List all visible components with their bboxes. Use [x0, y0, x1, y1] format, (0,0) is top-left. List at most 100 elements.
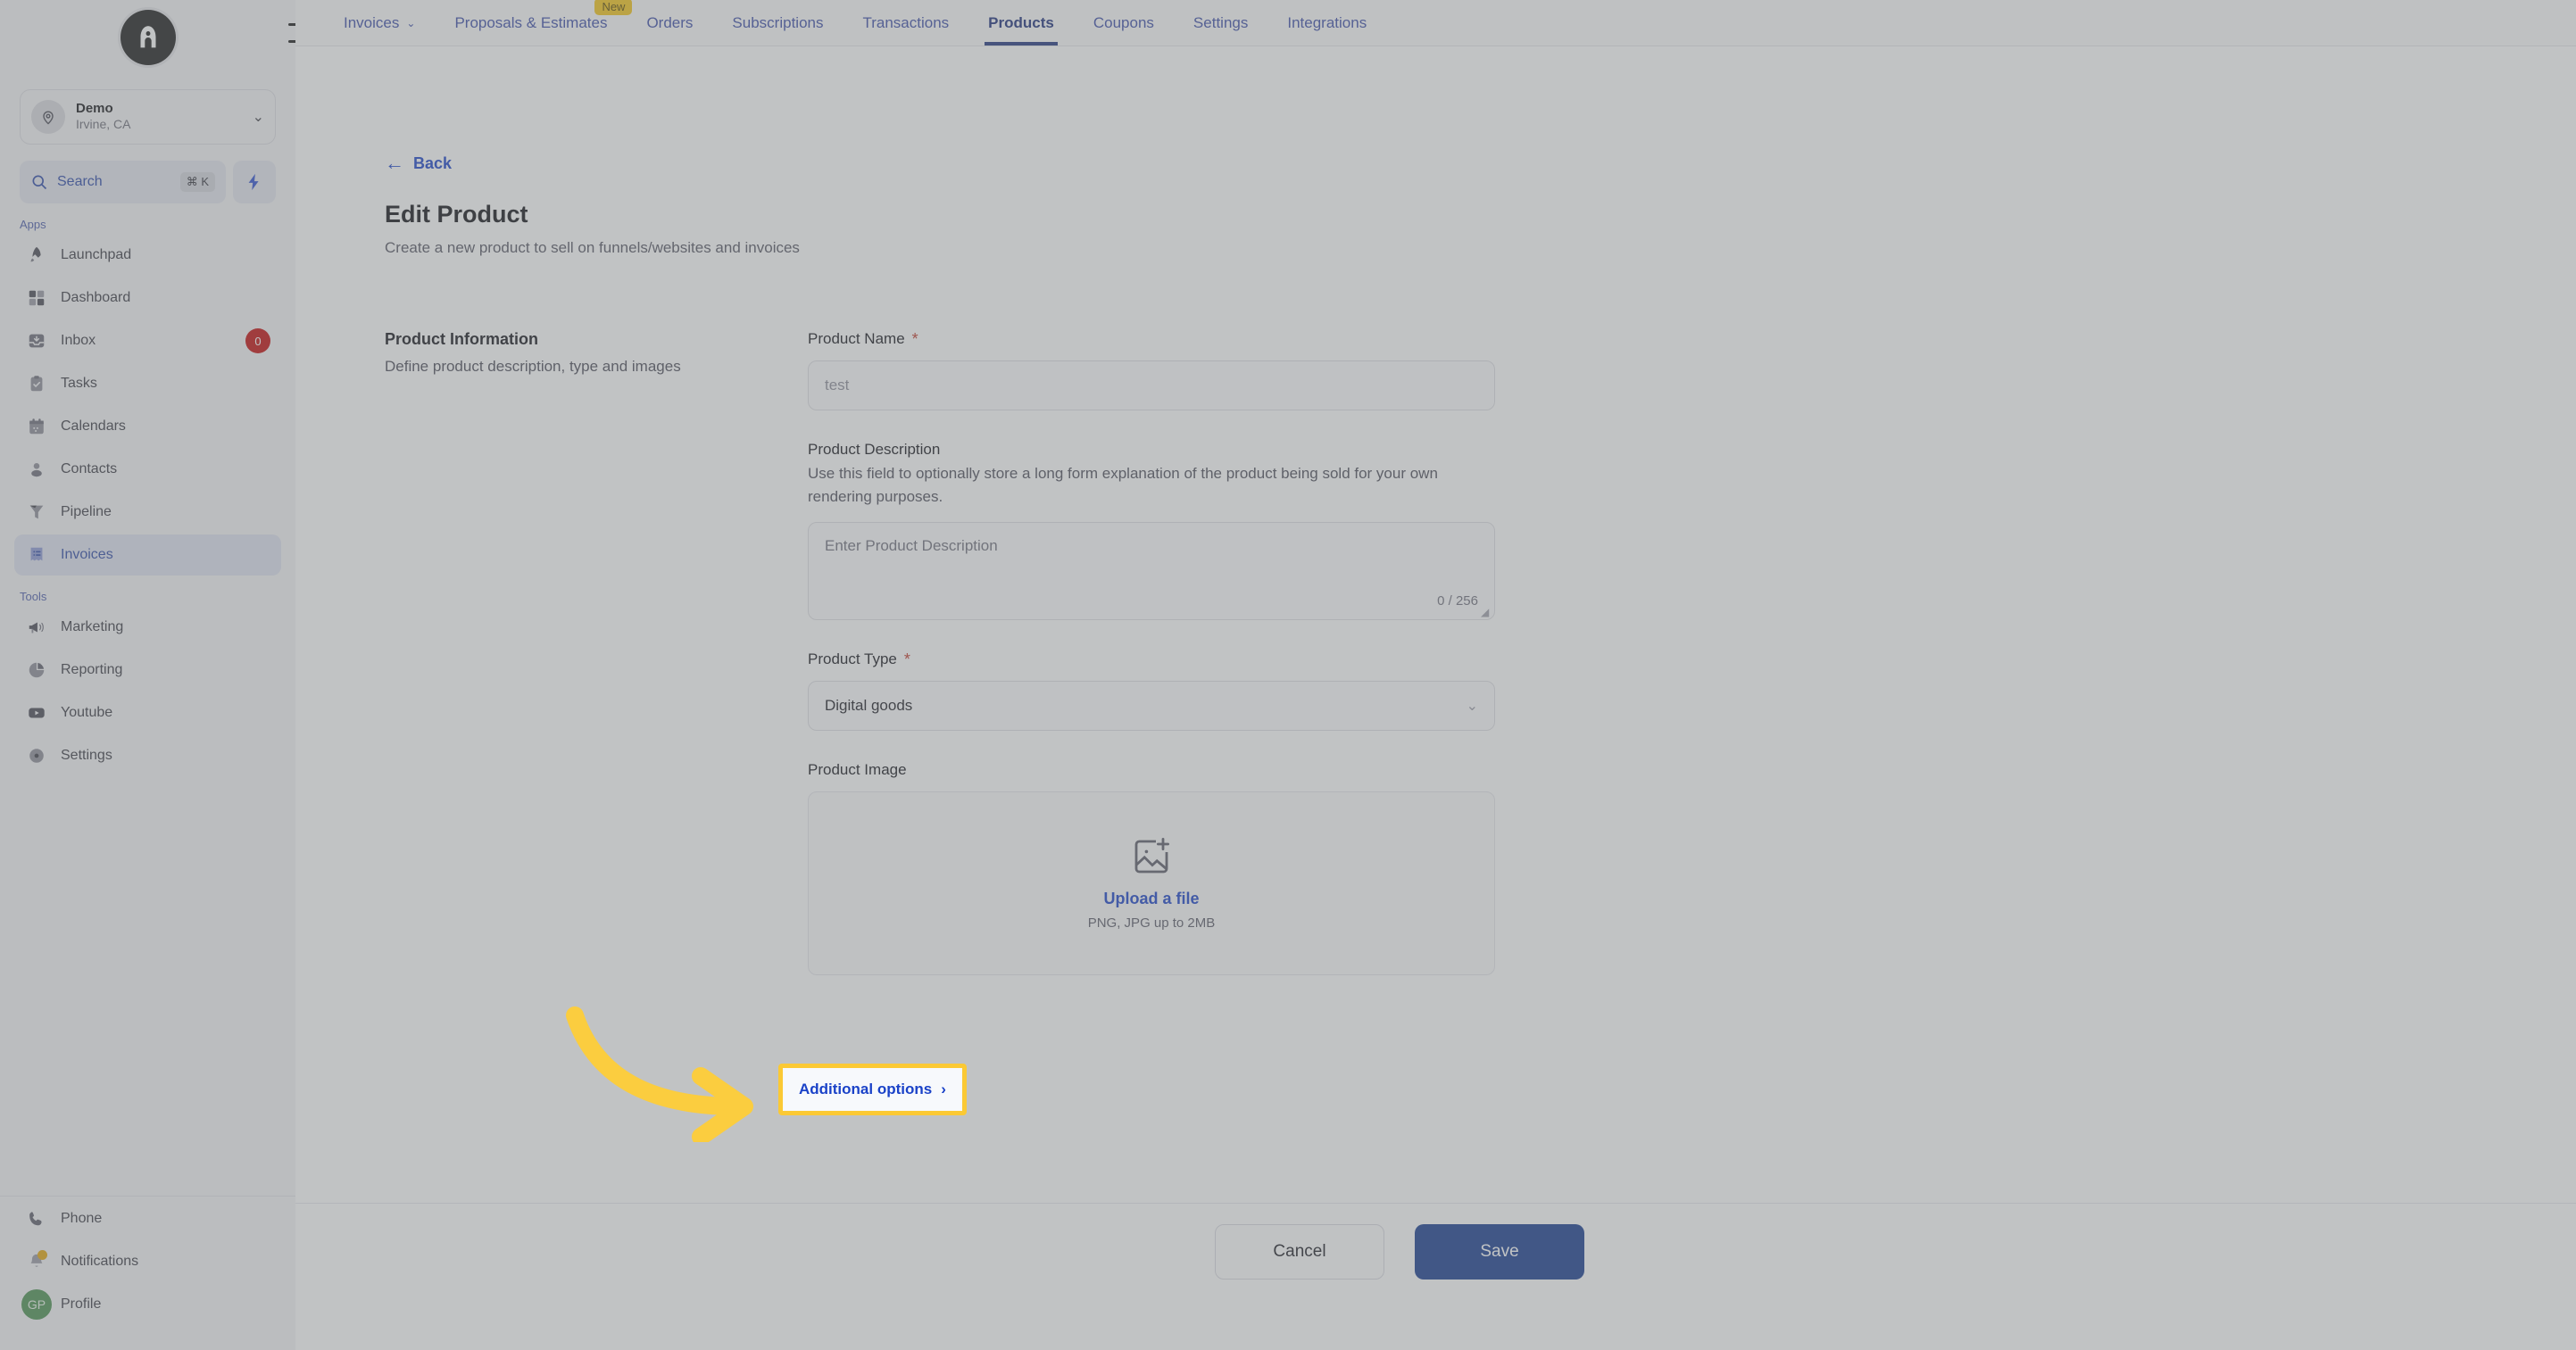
tab-products[interactable]: Products: [968, 0, 1074, 46]
sidebar-item-notifications[interactable]: Notifications: [14, 1241, 281, 1282]
tab-integrations[interactable]: Integrations: [1267, 0, 1386, 46]
tab-label: Transactions: [862, 13, 950, 31]
sidebar-section-apps: Apps: [20, 218, 46, 231]
megaphone-icon: [25, 616, 48, 639]
sidebar-item-label: Invoices: [61, 547, 113, 562]
tab-settings[interactable]: Settings: [1174, 0, 1267, 46]
grid-icon: [25, 286, 48, 310]
additional-options-highlight: Additional options ›: [778, 1064, 967, 1115]
search-input[interactable]: Search ⌘ K: [20, 161, 226, 203]
sidebar-item-label: Pipeline: [61, 504, 112, 519]
additional-options-button[interactable]: Additional options ›: [778, 1064, 967, 1115]
arrow-left-icon: ←: [385, 152, 404, 174]
pie-chart-icon: [25, 658, 48, 682]
sidebar-item-label: Inbox: [61, 333, 96, 348]
tab-label: Settings: [1192, 13, 1249, 31]
sidebar-section-tools: Tools: [20, 590, 47, 603]
additional-options-label: Additional options: [799, 1081, 933, 1097]
chevron-down-icon: ⌄: [1466, 698, 1478, 714]
search-shortcut: ⌘ K: [179, 172, 215, 192]
top-tab-bar: Invoices ⌄ Proposals & Estimates New Ord…: [295, 0, 2576, 46]
brand-row: [0, 0, 312, 75]
save-button[interactable]: Save: [1415, 1224, 1584, 1280]
product-type-label-row: Product Type *: [808, 650, 1495, 668]
sidebar-item-settings[interactable]: Settings: [14, 735, 281, 776]
sidebar: Demo Irvine, CA ⌄ Search ⌘ K Apps Launch…: [0, 0, 312, 1350]
location-name: Demo: [76, 101, 113, 117]
field-product-description: Product Description Use this field to op…: [808, 441, 1495, 620]
form-grid: Product Information Define product descr…: [385, 330, 2576, 975]
inbox-badge: 0: [245, 328, 270, 353]
sidebar-item-label: Youtube: [61, 705, 113, 720]
form-actions: Cancel Save: [385, 1224, 1584, 1280]
sidebar-bottom: Phone Notifications GP Profile: [0, 1196, 295, 1350]
product-description-placeholder: Enter Product Description: [825, 536, 998, 554]
field-product-type: Product Type * Digital goods ⌄: [808, 650, 1495, 731]
sidebar-item-reporting[interactable]: Reporting: [14, 650, 281, 691]
product-name-input[interactable]: test: [808, 360, 1495, 410]
avatar-initials: GP: [21, 1289, 52, 1320]
sidebar-item-inbox[interactable]: Inbox 0: [14, 320, 281, 361]
field-product-name: Product Name * test: [808, 330, 1495, 410]
footer-divider: [295, 1203, 2576, 1204]
app-logo-icon[interactable]: [120, 10, 176, 65]
resize-handle-icon[interactable]: ◢: [1481, 607, 1492, 617]
sidebar-item-contacts[interactable]: Contacts: [14, 449, 281, 490]
quick-action-button[interactable]: [233, 161, 276, 203]
product-image-dropzone[interactable]: Upload a file PNG, JPG up to 2MB: [808, 791, 1495, 975]
notification-dot: [37, 1250, 47, 1260]
gear-icon: [25, 744, 48, 767]
search-icon: [32, 175, 47, 190]
product-type-value: Digital goods: [825, 696, 913, 714]
tab-invoices[interactable]: Invoices ⌄: [324, 0, 435, 46]
field-product-image: Product Image Upload a file PNG, JPG up …: [808, 761, 1495, 975]
tab-transactions[interactable]: Transactions: [843, 0, 968, 46]
chevron-right-icon: ›: [941, 1081, 946, 1097]
search-row: Search ⌘ K: [20, 161, 276, 203]
cancel-button[interactable]: Cancel: [1215, 1224, 1384, 1280]
sidebar-item-label: Profile: [61, 1296, 102, 1312]
section-title: Product Information: [385, 330, 538, 348]
location-switcher[interactable]: Demo Irvine, CA ⌄: [20, 89, 276, 145]
tab-coupons[interactable]: Coupons: [1074, 0, 1174, 46]
sidebar-item-calendars[interactable]: Calendars: [14, 406, 281, 447]
sidebar-item-invoices[interactable]: Invoices: [14, 534, 281, 576]
upload-hint: PNG, JPG up to 2MB: [1087, 915, 1216, 932]
tab-label: Subscriptions: [732, 13, 824, 31]
product-image-label: Product Image: [808, 760, 907, 778]
product-name-label: Product Name: [808, 330, 905, 347]
sidebar-item-label: Phone: [61, 1211, 103, 1226]
sidebar-item-dashboard[interactable]: Dashboard: [14, 277, 281, 319]
tab-orders[interactable]: Orders: [627, 0, 712, 46]
sidebar-item-label: Tasks: [61, 376, 97, 391]
product-description-input[interactable]: Enter Product Description 0 / 256 ◢: [808, 521, 1495, 620]
tab-proposals-estimates[interactable]: Proposals & Estimates New: [435, 0, 633, 46]
product-description-label: Product Description: [808, 441, 941, 458]
sidebar-item-profile[interactable]: GP Profile: [14, 1284, 281, 1325]
page-subtitle: Create a new product to sell on funnels/…: [385, 239, 800, 256]
sidebar-item-label: Notifications: [61, 1254, 139, 1269]
invoice-icon: [25, 543, 48, 567]
tab-label: Invoices: [344, 13, 400, 31]
sidebar-item-pipeline[interactable]: Pipeline: [14, 492, 281, 533]
bell-icon: [25, 1250, 48, 1273]
sidebar-item-label: Calendars: [61, 418, 126, 434]
upload-file-link[interactable]: Upload a file: [1103, 890, 1199, 908]
sidebar-item-phone[interactable]: Phone: [14, 1198, 281, 1239]
product-type-select[interactable]: Digital goods ⌄: [808, 680, 1495, 731]
tab-label: Orders: [646, 13, 694, 31]
sidebar-item-youtube[interactable]: Youtube: [14, 692, 281, 733]
sidebar-item-launchpad[interactable]: Launchpad: [14, 235, 281, 276]
product-name-label-row: Product Name *: [808, 330, 1495, 348]
back-button[interactable]: ← Back: [385, 153, 452, 173]
form-section-info: Product Information Define product descr…: [385, 330, 808, 975]
app-root: Demo Irvine, CA ⌄ Search ⌘ K Apps Launch…: [0, 0, 2576, 1350]
sidebar-item-label: Dashboard: [61, 290, 131, 305]
location-pin-icon: [31, 100, 65, 134]
sidebar-item-marketing[interactable]: Marketing: [14, 607, 281, 648]
inbox-icon: [25, 329, 48, 352]
location-sub: Irvine, CA: [76, 117, 131, 132]
chevron-down-icon: ⌄: [406, 16, 416, 29]
sidebar-item-tasks[interactable]: Tasks: [14, 363, 281, 404]
tab-subscriptions[interactable]: Subscriptions: [712, 0, 843, 46]
